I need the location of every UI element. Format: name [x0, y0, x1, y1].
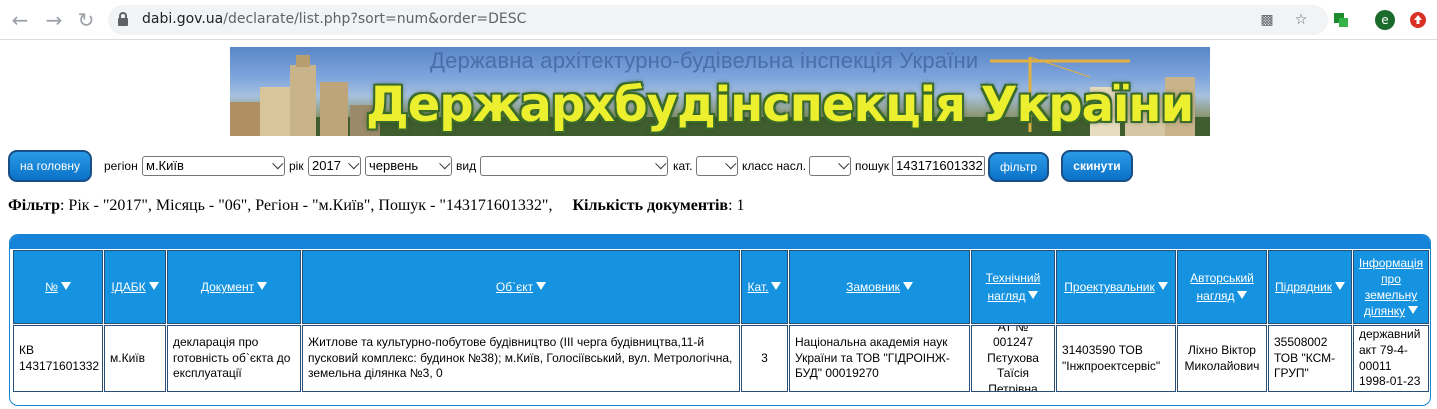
filter-summary-value: : Рік - "2017", Місяць - "06", Регіон - …	[59, 197, 553, 214]
chevron-down-icon	[655, 158, 667, 170]
sort-arrow-icon	[1334, 282, 1345, 290]
type-select[interactable]	[480, 156, 668, 176]
column-header-document[interactable]: Документ	[167, 250, 301, 324]
year-select[interactable]: 2017	[308, 156, 361, 176]
month-select[interactable]: червень	[365, 156, 452, 176]
column-header-object[interactable]: Об`єкт	[302, 250, 740, 324]
cell-category: 3	[741, 325, 788, 392]
search-input[interactable]: 143171601332	[892, 156, 985, 176]
column-header-contractor[interactable]: Підрядник	[1268, 250, 1352, 324]
column-header-technical-supervision[interactable]: Технічний нагляд	[971, 250, 1055, 324]
table-top-bar	[10, 235, 1430, 249]
extension-icon[interactable]	[1330, 9, 1352, 31]
region-label: регіон	[104, 159, 138, 173]
update-icon[interactable]	[1407, 9, 1429, 31]
type-label: вид	[456, 159, 477, 173]
declarations-table: № ІДАБК Документ Об`єкт Кат. Замовник Те…	[9, 234, 1431, 406]
reset-button[interactable]: скинути	[1061, 150, 1133, 182]
document-count-value: : 1	[728, 197, 745, 214]
chevron-down-icon	[725, 158, 737, 170]
cell-number: КВ 143171601332	[13, 325, 103, 392]
column-header-idabk[interactable]: ІДАБК	[104, 250, 166, 324]
cell-contractor: 35508002 ТОВ "КСМ-ГРУП"	[1268, 325, 1352, 392]
sort-arrow-icon	[902, 282, 913, 290]
sort-arrow-icon	[1157, 282, 1168, 290]
sort-arrow-icon	[1408, 306, 1419, 315]
cell-document: декларація про готовність об`єкта до екс…	[167, 325, 301, 392]
lock-icon[interactable]	[118, 12, 128, 26]
filter-button[interactable]: фільтр	[988, 152, 1049, 182]
url-text[interactable]: dabi.gov.ua/declarate/list.php?sort=num&…	[142, 11, 526, 27]
forward-arrow-icon[interactable]: →	[42, 8, 66, 32]
column-header-land-info[interactable]: Інформація про земельну ділянку	[1353, 250, 1429, 324]
column-header-category[interactable]: Кат.	[741, 250, 788, 324]
sort-arrow-icon	[1028, 291, 1039, 299]
cell-technical-supervision: АТ № 001247 Пєтухова Таїсія Петрівна	[971, 325, 1055, 392]
year-label: рік	[289, 159, 304, 173]
profile-avatar-icon[interactable]: e	[1374, 9, 1396, 31]
star-icon[interactable]: ☆	[1292, 11, 1310, 29]
column-header-designer[interactable]: Проектувальник	[1056, 250, 1176, 324]
back-arrow-icon[interactable]: ←	[8, 8, 32, 32]
address-bar[interactable]: dabi.gov.ua/declarate/list.php?sort=num&…	[108, 5, 1328, 35]
chevron-down-icon	[838, 158, 850, 170]
category-select[interactable]	[696, 156, 738, 176]
cell-idabk: м.Київ	[104, 325, 166, 392]
banner-title: Держархбудінспекція України	[366, 77, 1194, 133]
banner-subtitle: Державна архітектурно-будівельна інспекц…	[430, 48, 979, 73]
cell-object: Житлове та культурно-побутове будівництв…	[302, 325, 740, 392]
cell-customer: Національна академія наук України та ТОВ…	[789, 325, 970, 392]
sort-arrow-icon	[536, 282, 547, 290]
browser-toolbar: ← → ↻ dabi.gov.ua/declarate/list.php?sor…	[0, 0, 1437, 40]
translate-icon[interactable]: ▩	[1258, 11, 1276, 29]
svg-text:e: e	[1381, 13, 1388, 27]
filter-summary-label: Фільтр	[8, 197, 60, 214]
search-label: пошук	[855, 159, 890, 173]
sort-arrow-icon	[257, 282, 268, 290]
region-select[interactable]: м.Київ	[142, 156, 285, 176]
chevron-down-icon	[272, 158, 284, 170]
sort-arrow-icon	[148, 282, 159, 290]
cell-designer: 31403590 ТОВ "Інжпроектсервіс"	[1056, 325, 1176, 392]
sort-arrow-icon	[1237, 291, 1248, 299]
column-header-customer[interactable]: Замовник	[789, 250, 970, 324]
chevron-down-icon	[348, 158, 360, 170]
chevron-down-icon	[439, 158, 451, 170]
category-label: кат.	[673, 159, 693, 173]
cell-author-supervision: Ліхно Віктор Миколайович	[1177, 325, 1267, 392]
cell-land-info: державний акт 79-4-00011 1998-01-23	[1353, 325, 1429, 392]
column-header-author-supervision[interactable]: Авторський нагляд	[1177, 250, 1267, 324]
site-banner: Державна архітектурно-будівельна інспекц…	[230, 47, 1210, 136]
class-select[interactable]	[809, 156, 851, 176]
column-header-number[interactable]: №	[13, 250, 103, 324]
reload-icon[interactable]: ↻	[74, 8, 98, 32]
filter-summary: Фільтр: Рік - "2017", Місяць - "06", Рег…	[8, 197, 745, 215]
home-button[interactable]: на головну	[8, 150, 92, 182]
sort-arrow-icon	[771, 282, 782, 290]
sort-arrow-icon	[60, 282, 71, 290]
class-label: класс насл.	[742, 159, 807, 173]
document-count-label: Кількість документів	[572, 197, 729, 214]
